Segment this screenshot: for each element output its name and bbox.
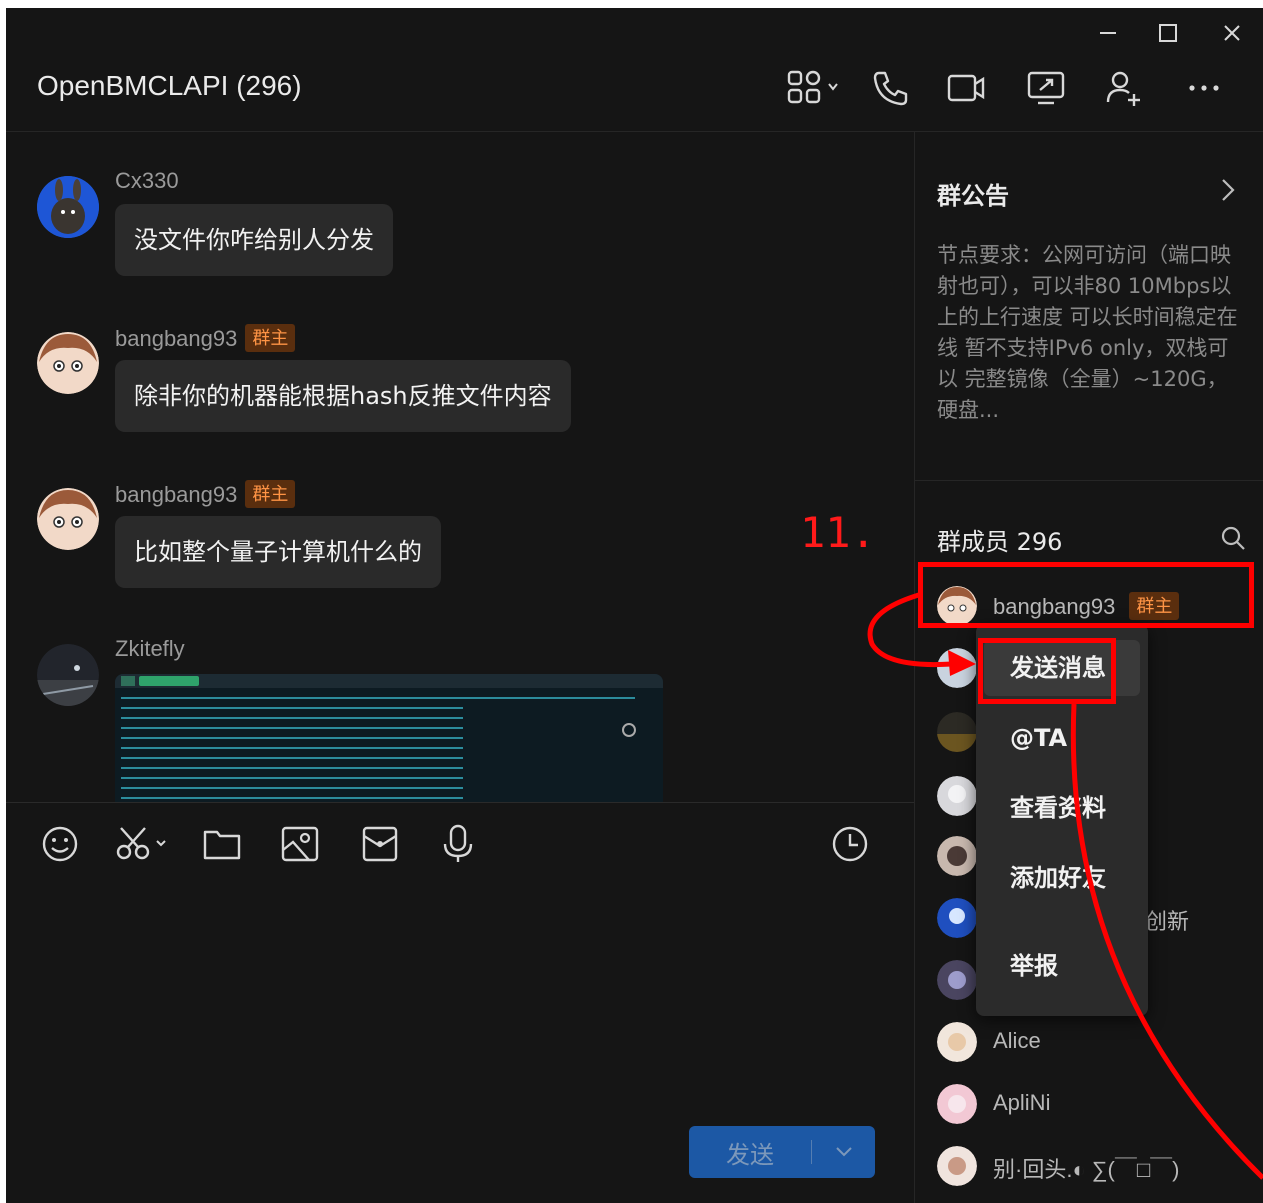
annotation-step-label: 11. xyxy=(800,508,876,557)
input-divider xyxy=(6,802,914,803)
minimize-icon[interactable] xyxy=(1090,18,1126,48)
notice-text[interactable]: 节点要求：公网可访问（端口映射也可），可以非80 10Mbps以上的上行速度 可… xyxy=(937,240,1243,426)
avatar xyxy=(937,1146,977,1186)
annotation-box-menu-item xyxy=(978,638,1116,704)
avatar[interactable] xyxy=(37,644,99,706)
avatar xyxy=(937,712,977,752)
message-bubble[interactable]: 没文件你咋给别人分发 xyxy=(115,204,393,276)
menu-item-view-profile[interactable]: 查看资料 xyxy=(984,780,1140,836)
more-icon[interactable] xyxy=(1182,66,1226,110)
member-name: ApliNi xyxy=(993,1090,1051,1115)
message-bubble[interactable]: 比如整个量子计算机什么的 xyxy=(115,516,441,588)
message-sender: bangbang93 群主 xyxy=(115,324,296,352)
notice-title[interactable]: 群公告 xyxy=(937,176,1009,211)
group-title: OpenBMCLAPI (296) xyxy=(37,70,302,101)
members-title: 群成员 296 xyxy=(937,528,1063,556)
member-name: Alice xyxy=(993,1028,1041,1053)
maximize-icon[interactable] xyxy=(1150,18,1186,48)
avatar xyxy=(937,1022,977,1062)
avatar xyxy=(937,836,977,876)
close-icon[interactable] xyxy=(1214,18,1250,48)
avatar[interactable] xyxy=(37,332,99,394)
screenshot-image[interactable] xyxy=(115,674,663,802)
avatar[interactable] xyxy=(37,176,99,238)
phone-icon[interactable] xyxy=(868,66,912,110)
message-sender: Zkitefly xyxy=(115,636,185,661)
message-sender: Cx330 xyxy=(115,168,179,193)
scissors-icon[interactable] xyxy=(114,820,180,868)
menu-item-report[interactable]: 举报 xyxy=(984,938,1140,994)
search-icon[interactable] xyxy=(1219,524,1247,556)
send-options-chevron-icon[interactable] xyxy=(812,1146,875,1158)
avatar xyxy=(937,776,977,816)
message-input[interactable] xyxy=(30,880,890,1110)
history-icon[interactable] xyxy=(826,820,874,868)
menu-item-mention[interactable]: @TA xyxy=(984,710,1140,766)
add-member-icon[interactable] xyxy=(1102,66,1146,110)
send-separator xyxy=(811,1140,812,1164)
avatar xyxy=(937,1084,977,1124)
message-list[interactable]: Cx330 没文件你咋给别人分发 bangbang93 群主 除非你的机器能根据h… xyxy=(6,132,914,802)
message-item: Zkitefly xyxy=(6,636,906,802)
member-item[interactable]: ApliNi xyxy=(937,1082,1257,1126)
apps-icon[interactable] xyxy=(782,66,846,110)
video-icon[interactable] xyxy=(944,66,988,110)
message-item: bangbang93 群主 除非你的机器能根据hash反推文件内容 xyxy=(6,324,906,444)
member-name: 别·回头.◐ ∑(￣□￣) xyxy=(993,1157,1180,1182)
red-packet-icon[interactable] xyxy=(356,820,404,868)
message-item: Cx330 没文件你咋给别人分发 xyxy=(6,168,906,288)
screen-share-icon[interactable] xyxy=(1024,66,1068,110)
owner-badge: 群主 xyxy=(245,324,296,352)
menu-item-add-friend[interactable]: 添加好友 xyxy=(984,850,1140,906)
message-item: bangbang93 群主 比如整个量子计算机什么的 xyxy=(6,480,906,600)
send-button[interactable]: 发送 xyxy=(689,1126,875,1178)
avatar xyxy=(937,648,977,688)
annotation-box-member xyxy=(918,562,1254,628)
message-sender: bangbang93 群主 xyxy=(115,480,296,508)
member-name: 创新 xyxy=(1145,909,1190,934)
title-bar: OpenBMCLAPI (296) xyxy=(6,8,1263,132)
avatar xyxy=(937,898,977,938)
microphone-icon[interactable] xyxy=(434,820,482,868)
chevron-right-icon[interactable] xyxy=(1221,178,1235,206)
member-item[interactable]: 别·回头.◐ ∑(￣□￣) xyxy=(937,1144,1257,1188)
panel-divider xyxy=(915,480,1263,481)
emoji-icon[interactable] xyxy=(36,820,84,868)
member-item[interactable]: Alice xyxy=(937,1020,1257,1064)
send-label: 发送 xyxy=(726,1140,774,1169)
avatar xyxy=(937,960,977,1000)
folder-icon[interactable] xyxy=(198,820,246,868)
message-bubble[interactable]: 除非你的机器能根据hash反推文件内容 xyxy=(115,360,571,432)
owner-badge: 群主 xyxy=(245,480,296,508)
avatar[interactable] xyxy=(37,488,99,550)
image-icon[interactable] xyxy=(276,820,324,868)
